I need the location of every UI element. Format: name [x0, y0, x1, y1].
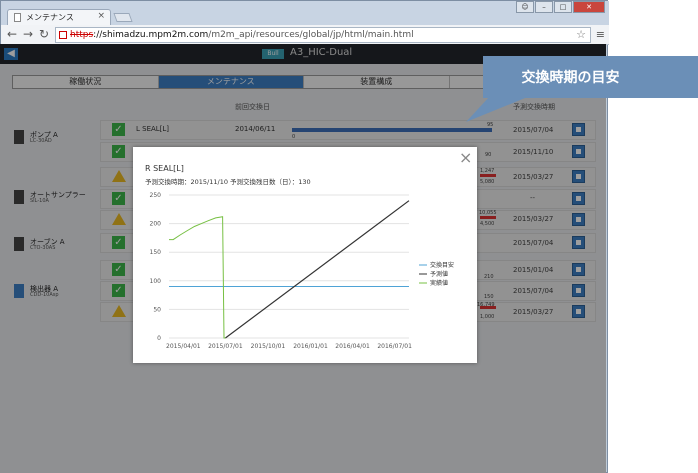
page-icon [14, 13, 21, 22]
menu-icon[interactable]: ≡ [596, 28, 605, 41]
chart-dialog: R SEAL[L] 予測交換時期：2015/11/10 予測交換残日数（日）：1… [133, 147, 477, 363]
y-tick-label: 0 [157, 335, 161, 342]
chart-grid [169, 194, 409, 339]
callout-text: 交換時期の目安 [521, 70, 620, 86]
x-tick-label: 2016/04/01 [335, 343, 370, 350]
new-tab-button[interactable] [113, 13, 133, 22]
address-bar[interactable]: https://shimadzu.mpm2m.com/m2m_api/resou… [55, 27, 591, 43]
minimize-icon[interactable]: – [535, 1, 553, 13]
reload-icon[interactable]: ↻ [39, 27, 49, 41]
x-tick-label: 2016/01/01 [293, 343, 328, 350]
x-tick-label: 2015/07/01 [208, 343, 243, 350]
y-tick-label: 150 [150, 249, 162, 256]
chart-legend: 交換目安予測値実績値 [419, 261, 454, 287]
x-tick-label: 2016/07/01 [377, 343, 412, 350]
tab-title: メンテナンス [26, 13, 74, 22]
maximize-icon[interactable]: □ [554, 1, 572, 13]
url-path: /m2m_api/resources/global/jp/html/main.h… [208, 30, 414, 40]
y-tick-label: 100 [150, 278, 162, 285]
user-icon[interactable]: ☺ [516, 1, 534, 13]
window-controls: ☺ – □ ✕ [516, 1, 605, 13]
url-scheme: https [70, 30, 94, 40]
back-icon[interactable]: ← [7, 27, 17, 41]
browser-toolbar: ← → ↻ https://shimadzu.mpm2m.com/m2m_api… [1, 25, 609, 45]
replacement-chart: 050100150200250 2015/04/01 2015/07/01 2015… [150, 192, 454, 350]
browser-tab[interactable]: メンテナンス × [7, 9, 111, 25]
series-line [225, 200, 410, 339]
y-tick-label: 50 [153, 306, 161, 313]
url-host: ://shimadzu.mpm2m.com [93, 30, 209, 40]
series-line [169, 216, 226, 339]
x-tick-label: 2015/04/01 [166, 343, 201, 350]
window-close-icon[interactable]: ✕ [573, 1, 605, 13]
y-axis-ticks: 0 50 100 150 200 250 [150, 192, 162, 342]
x-tick-label: 2015/10/01 [251, 343, 286, 350]
y-tick-label: 250 [150, 192, 162, 199]
legend-label: 交換目安 [430, 261, 454, 269]
tab-strip: メンテナンス × ☺ – □ ✕ [1, 1, 609, 25]
y-tick-label: 200 [150, 221, 162, 228]
insecure-lock-icon [59, 31, 67, 39]
chart-series [169, 200, 410, 339]
bookmark-star-icon[interactable]: ☆ [576, 28, 586, 42]
callout: 交換時期の目安 [483, 56, 698, 98]
tab-close-icon[interactable]: × [97, 11, 105, 21]
x-axis-ticks: 2015/04/01 2015/07/01 2015/10/01 2016/01/01… [166, 343, 412, 350]
legend-label: 実績値 [430, 279, 448, 287]
legend-label: 予測値 [430, 270, 448, 278]
forward-icon[interactable]: → [23, 27, 33, 41]
